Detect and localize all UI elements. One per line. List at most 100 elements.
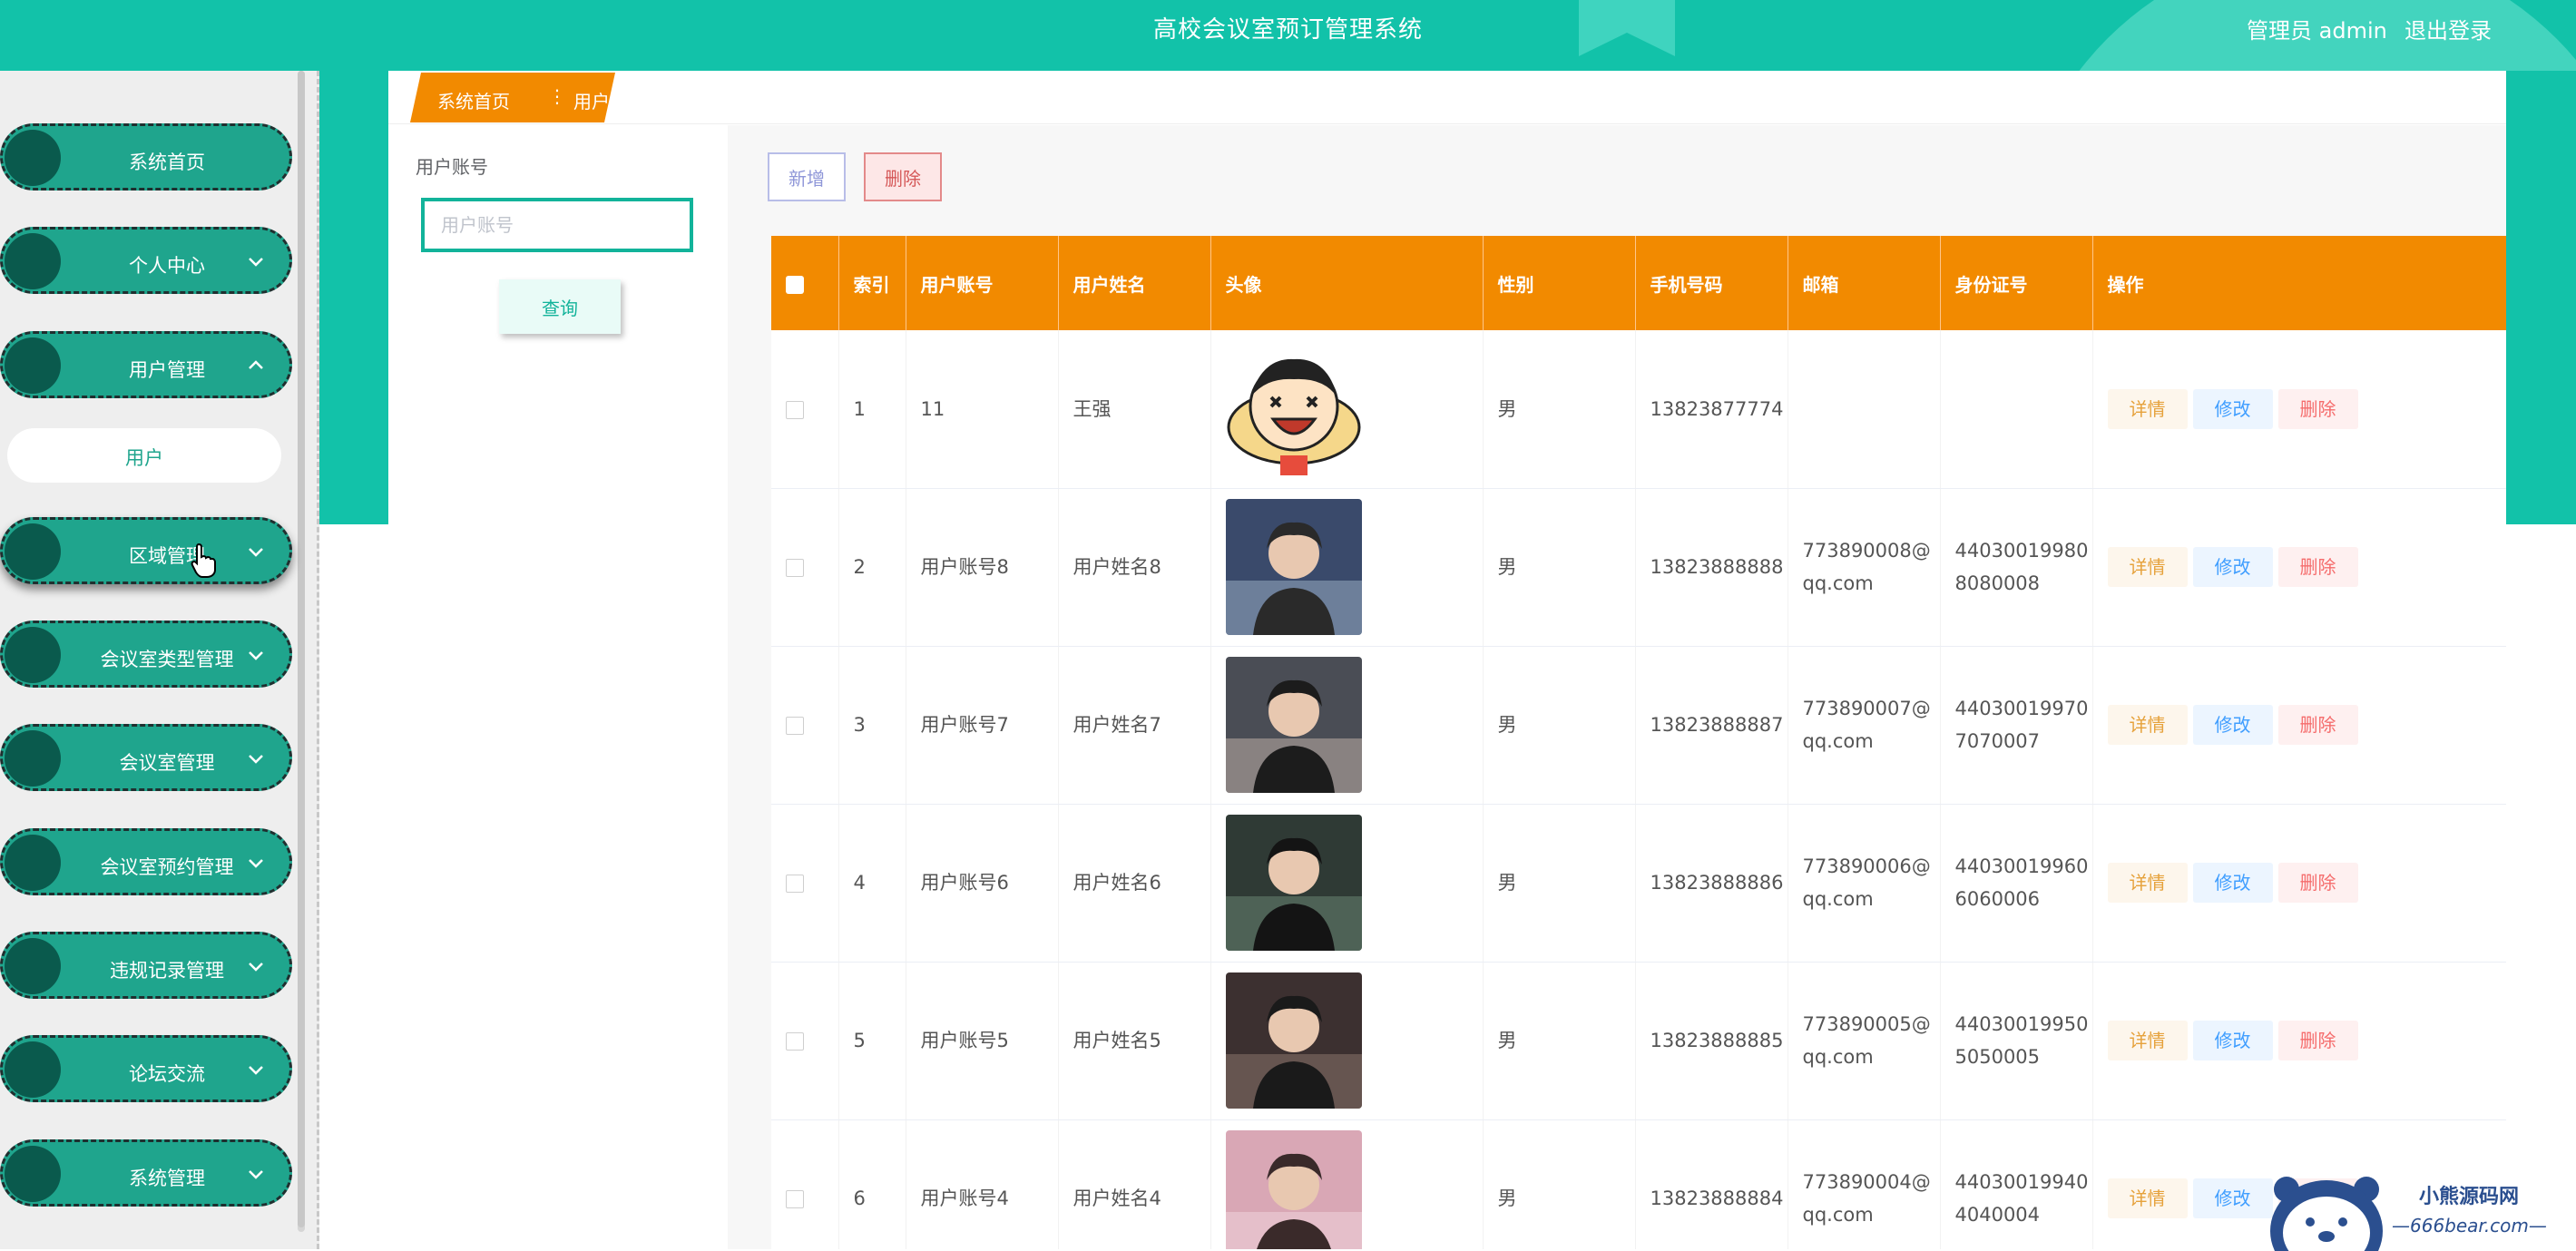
phone-cell: 13823888885 bbox=[1635, 962, 1788, 1120]
chevron-down-icon bbox=[249, 755, 263, 764]
id-number-cell bbox=[1940, 330, 2093, 489]
gender-cell: 男 bbox=[1483, 330, 1636, 489]
main-content: 系统首页 ⋮ 用户 用户账号 查询 新增 删除 索引 bbox=[388, 71, 2506, 1249]
menu-item-profile[interactable]: 个人中心 bbox=[0, 227, 292, 294]
avatar-cell bbox=[1210, 962, 1484, 1120]
row-checkbox[interactable] bbox=[786, 400, 804, 419]
row-delete-button[interactable]: 删除 bbox=[2277, 705, 2358, 745]
detail-button[interactable]: 详情 bbox=[2107, 1178, 2188, 1218]
row-delete-button[interactable]: 删除 bbox=[2277, 863, 2358, 903]
chevron-down-icon bbox=[249, 1170, 263, 1179]
table-row[interactable]: 6 用户账号4 用户姓名4 男 13823888884 773890004@ qq.com 4… bbox=[771, 1119, 2506, 1249]
id-number-line: 8080008 bbox=[1954, 572, 2041, 594]
edit-button[interactable]: 修改 bbox=[2192, 547, 2273, 587]
edit-button[interactable]: 修改 bbox=[2192, 1021, 2273, 1060]
id-number-line: 44030019970 bbox=[1954, 698, 2089, 719]
detail-button[interactable]: 详情 bbox=[2107, 388, 2188, 429]
name-cell: 用户姓名4 bbox=[1058, 1119, 1211, 1249]
detail-button[interactable]: 详情 bbox=[2107, 1021, 2188, 1060]
row-select-cell[interactable] bbox=[771, 488, 839, 647]
phone-cell: 13823888884 bbox=[1635, 1119, 1788, 1249]
edit-button[interactable]: 修改 bbox=[2192, 388, 2273, 429]
submenu-item-label: 用户 bbox=[125, 447, 163, 469]
gender-cell: 男 bbox=[1483, 1119, 1636, 1249]
edit-button[interactable]: 修改 bbox=[2192, 1178, 2273, 1218]
menu-item-violation-management[interactable]: 违规记录管理 bbox=[0, 932, 292, 999]
id-number-cell: 44030019970 7070007 bbox=[1940, 646, 2093, 805]
sidebar-scrollbar[interactable] bbox=[298, 71, 305, 1232]
id-number-line: 4040004 bbox=[1954, 1204, 2041, 1226]
id-number-line: 44030019960 bbox=[1954, 855, 2089, 877]
edit-button[interactable]: 修改 bbox=[2192, 863, 2273, 903]
row-checkbox[interactable] bbox=[786, 717, 804, 735]
row-checkbox[interactable] bbox=[786, 875, 804, 893]
row-delete-button[interactable]: 删除 bbox=[2277, 547, 2358, 587]
menu-item-room-type-management[interactable]: 会议室类型管理 bbox=[0, 621, 292, 688]
logout-link[interactable]: 退出登录 bbox=[2405, 13, 2492, 44]
table-row[interactable]: 3 用户账号7 用户姓名7 男 13823888887 773890007@ qq.com 4… bbox=[771, 646, 2506, 805]
search-input[interactable] bbox=[421, 198, 693, 252]
add-button[interactable]: 新增 bbox=[768, 152, 846, 201]
chevron-down-icon bbox=[249, 651, 263, 660]
column-header: 用户姓名 bbox=[1058, 236, 1211, 330]
submenu-item-users[interactable]: 用户 bbox=[7, 428, 281, 483]
select-all-header[interactable] bbox=[771, 236, 839, 330]
row-checkbox[interactable] bbox=[786, 1032, 804, 1051]
column-header: 操作 bbox=[2092, 236, 2506, 330]
row-select-cell[interactable] bbox=[771, 962, 839, 1120]
watermark: 小熊源码网 —666bear.com— bbox=[2263, 1168, 2576, 1251]
table-header-row: 索引 用户账号 用户姓名 头像 性别 手机号码 邮箱 身份证号 操作 bbox=[771, 236, 2506, 330]
user-photo-avatar bbox=[1225, 815, 1362, 951]
menu-item-reservation-management[interactable]: 会议室预约管理 bbox=[0, 828, 292, 895]
name-cell: 用户姓名6 bbox=[1058, 804, 1211, 963]
menu-item-home[interactable]: 系统首页 bbox=[0, 123, 292, 191]
row-select-cell[interactable] bbox=[771, 646, 839, 805]
edit-button[interactable]: 修改 bbox=[2192, 705, 2273, 745]
row-checkbox[interactable] bbox=[786, 1190, 804, 1208]
email-line: 773890006@ bbox=[1802, 855, 1931, 877]
menu-item-forum[interactable]: 论坛交流 bbox=[0, 1035, 292, 1102]
id-number-line: 7070007 bbox=[1954, 730, 2041, 752]
account-cell: 用户账号6 bbox=[906, 804, 1059, 963]
row-delete-button[interactable]: 删除 bbox=[2277, 1021, 2358, 1060]
row-select-cell[interactable] bbox=[771, 804, 839, 963]
menu-item-room-management[interactable]: 会议室管理 bbox=[0, 724, 292, 791]
email-line: 773890004@ bbox=[1802, 1171, 1931, 1193]
row-delete-button[interactable]: 删除 bbox=[2277, 388, 2358, 429]
menu-item-label: 系统首页 bbox=[129, 151, 205, 173]
menu-item-user-management[interactable]: 用户管理 bbox=[0, 331, 292, 398]
watermark-url: —666bear.com— bbox=[2392, 1215, 2547, 1236]
detail-button[interactable]: 详情 bbox=[2107, 705, 2188, 745]
id-number-cell: 44030019950 5050005 bbox=[1940, 962, 2093, 1120]
row-select-cell[interactable] bbox=[771, 1119, 839, 1249]
sidebar-scrollbar-thumb[interactable] bbox=[298, 71, 305, 1227]
bulk-delete-button[interactable]: 删除 bbox=[864, 152, 942, 201]
menu-item-system-management[interactable]: 系统管理 bbox=[0, 1139, 292, 1207]
breadcrumb-home[interactable]: 系统首页 bbox=[437, 87, 510, 113]
id-number-line: 5050005 bbox=[1954, 1046, 2041, 1068]
table-row[interactable]: 4 用户账号6 用户姓名6 男 13823888886 773890006@ qq.com 4… bbox=[771, 804, 2506, 963]
select-all-checkbox[interactable] bbox=[786, 275, 804, 294]
name-cell: 用户姓名5 bbox=[1058, 962, 1211, 1120]
column-header: 邮箱 bbox=[1788, 236, 1941, 330]
admin-label: 管理员 admin bbox=[2247, 18, 2387, 44]
phone-cell: 13823888886 bbox=[1635, 804, 1788, 963]
table-row[interactable]: 5 用户账号5 用户姓名5 男 13823888885 773890005@ qq.com 4… bbox=[771, 962, 2506, 1120]
detail-button[interactable]: 详情 bbox=[2107, 863, 2188, 903]
id-number-line: 44030019940 bbox=[1954, 1171, 2089, 1193]
breadcrumb-separator-icon: ⋮ bbox=[548, 85, 566, 107]
chevron-down-icon bbox=[249, 1066, 263, 1075]
actions-cell: 详情修改删除 bbox=[2092, 330, 2506, 489]
table-row[interactable]: 2 用户账号8 用户姓名8 男 13823888888 773890008@ qq.com 4… bbox=[771, 488, 2506, 647]
row-checkbox[interactable] bbox=[786, 559, 804, 577]
name-cell: 王强 bbox=[1058, 330, 1211, 489]
email-cell: 773890005@ qq.com bbox=[1788, 962, 1941, 1120]
table-row[interactable]: 1 11 王强男 13823877774 详情 修改 删除 bbox=[771, 330, 2506, 489]
query-button[interactable]: 查询 bbox=[499, 279, 621, 334]
id-number-cell: 44030019980 8080008 bbox=[1940, 488, 2093, 647]
avatar-cell bbox=[1210, 1119, 1484, 1249]
detail-button[interactable]: 详情 bbox=[2107, 547, 2188, 587]
actions-cell: 详情修改删除 bbox=[2092, 962, 2506, 1120]
menu-item-area-management[interactable]: 区域管理 bbox=[0, 517, 292, 584]
row-select-cell[interactable] bbox=[771, 330, 839, 489]
